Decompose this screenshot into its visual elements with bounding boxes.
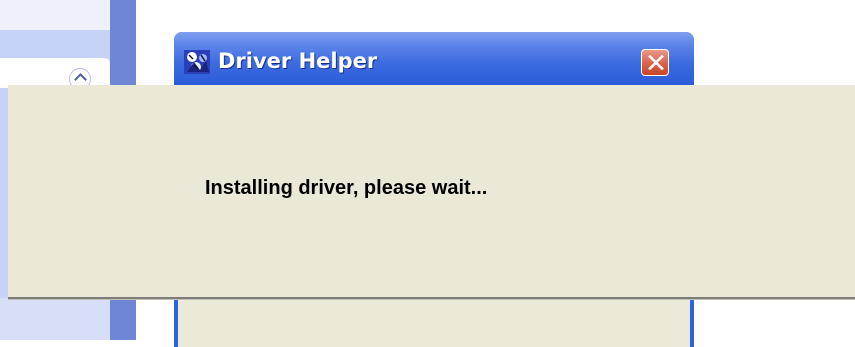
window-title: Driver Helper [218,49,378,73]
task-pane-section [0,58,110,88]
task-pane-header [0,0,110,30]
desktop-stage: Driver Helper Installing driver, please … [0,0,855,347]
window-titlebar[interactable]: Driver Helper [174,32,694,86]
close-icon [648,55,664,70]
installing-message: Installing driver, please wait... [205,177,488,199]
task-pane-lower-section [0,298,110,340]
driver-helper-app-icon [184,50,210,74]
installing-popup: Installing driver, please wait... [8,85,855,299]
close-button[interactable] [641,49,669,76]
